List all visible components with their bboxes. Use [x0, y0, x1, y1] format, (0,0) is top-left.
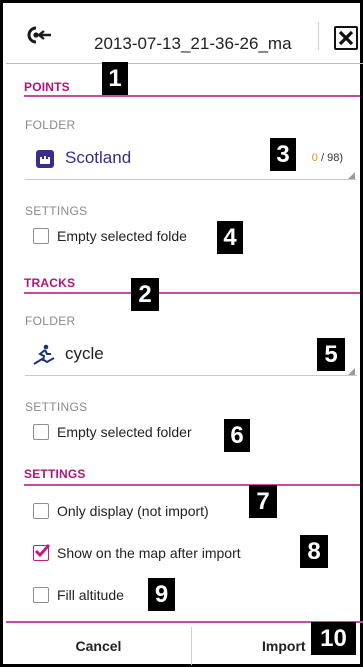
tracks-section-divider — [24, 292, 360, 294]
settings-section-divider — [24, 484, 360, 486]
tracks-folder-underline — [25, 375, 357, 376]
annotation-badge-10: 10 — [311, 622, 356, 655]
footer-divider — [6, 621, 363, 623]
annotation-badge-8: 8 — [300, 535, 328, 568]
tracks-section-title: TRACKS — [24, 276, 76, 290]
points-folder-selector[interactable]: Scotland 0 / 98) — [27, 144, 349, 174]
points-section-divider — [24, 95, 360, 97]
tracks-folder-label: FOLDER — [25, 314, 76, 328]
points-folder-underline — [25, 179, 357, 180]
points-folder-label: FOLDER — [25, 118, 76, 132]
only-display-checkbox[interactable] — [33, 503, 49, 519]
points-folder-corner — [348, 172, 355, 179]
fill-altitude-checkbox[interactable] — [33, 587, 49, 603]
annotation-badge-4: 4 — [217, 221, 243, 254]
annotation-badge-3: 3 — [270, 138, 296, 171]
import-dialog: 2013-07-13_21-36-26_ma POINTS 1 FOLDER S… — [0, 0, 363, 667]
show-on-map-checkbox[interactable] — [33, 543, 51, 561]
only-display-label: Only display (not import) — [57, 503, 209, 519]
file-title: 2013-07-13_21-36-26_ma — [94, 34, 292, 53]
points-empty-folder-label: Empty selected folde — [57, 228, 187, 244]
annotation-badge-2: 2 — [131, 278, 159, 311]
cancel-button[interactable]: Cancel — [6, 625, 191, 667]
annotation-badge-1: 1 — [102, 62, 128, 95]
points-empty-folder-checkbox[interactable] — [33, 228, 49, 244]
tracks-empty-folder-label: Empty selected folder — [57, 424, 192, 440]
folder-castle-icon — [36, 150, 54, 168]
show-on-map-label: Show on the map after import — [57, 545, 241, 561]
points-section-title: POINTS — [24, 80, 70, 94]
annotation-badge-5: 5 — [317, 338, 345, 371]
tracks-folder-selector[interactable]: cycle ( — [27, 340, 349, 370]
cyclist-icon — [33, 344, 55, 365]
points-folder-name: Scotland — [65, 148, 132, 167]
fill-altitude-label: Fill altitude — [57, 587, 124, 603]
tracks-settings-label: SETTINGS — [25, 400, 88, 414]
tracks-folder-corner — [348, 368, 355, 375]
points-settings-label: SETTINGS — [25, 204, 88, 218]
dialog-header: 2013-07-13_21-36-26_ma — [6, 6, 363, 64]
settings-section-title: SETTINGS — [24, 467, 86, 481]
annotation-badge-6: 6 — [224, 419, 250, 452]
checkmark-icon — [34, 543, 51, 558]
import-back-icon[interactable] — [26, 24, 52, 46]
points-folder-count: 0 / 98) — [311, 152, 343, 164]
close-x-icon[interactable] — [334, 26, 358, 50]
header-divider — [318, 22, 319, 50]
tracks-empty-folder-checkbox[interactable] — [33, 424, 49, 440]
annotation-badge-7: 7 — [249, 485, 277, 518]
annotation-badge-9: 9 — [148, 578, 175, 611]
tracks-folder-name: cycle — [65, 344, 104, 363]
